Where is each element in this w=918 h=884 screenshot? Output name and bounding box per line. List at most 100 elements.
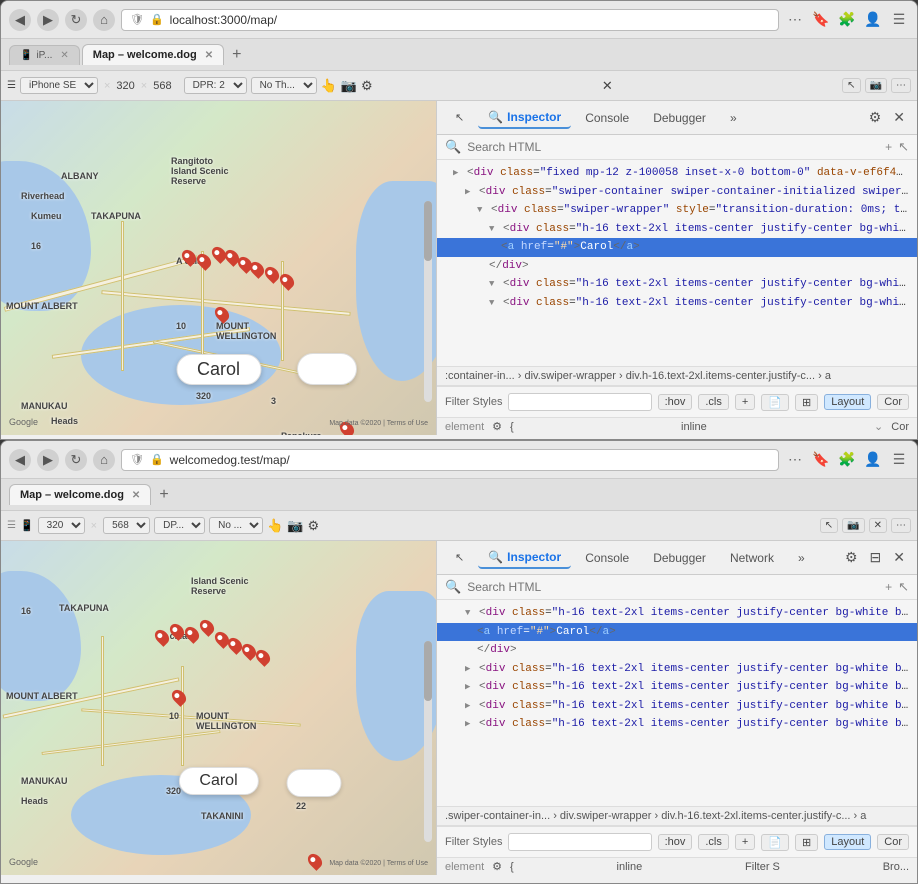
- device-select-2[interactable]: 320: [38, 517, 85, 534]
- devtools-close-1[interactable]: ✕: [889, 107, 909, 128]
- cls-btn-2[interactable]: .cls: [698, 834, 729, 850]
- map-pin-2-4[interactable]: [197, 617, 217, 637]
- more-btn-2[interactable]: ⋯: [891, 518, 911, 533]
- tab-iphone-1[interactable]: 📱 iP... ✕: [9, 45, 80, 65]
- file-btn-1[interactable]: 📄: [761, 394, 789, 411]
- devtools-options-1[interactable]: ⋯: [891, 78, 911, 93]
- layout-btn-2[interactable]: Layout: [824, 834, 871, 850]
- html-line-2-3[interactable]: </div>: [437, 641, 917, 660]
- html-search-input-2[interactable]: [467, 580, 879, 594]
- menu-icon-2[interactable]: ⋯: [785, 450, 805, 470]
- bookmark-icon-2[interactable]: 🔖: [811, 450, 831, 470]
- width-value-1[interactable]: 320: [116, 80, 134, 92]
- add-node-btn-2[interactable]: +: [885, 580, 892, 594]
- device-toggle-icon[interactable]: ☰: [7, 80, 16, 91]
- table-btn-2[interactable]: ⊞: [795, 834, 818, 851]
- address-bar-1[interactable]: 🛡 🔒 localhost:3000/map/: [121, 9, 779, 31]
- map-pin-2-10[interactable]: [305, 851, 325, 871]
- html-line-1-6[interactable]: </div>: [437, 257, 917, 276]
- menu-icon-1[interactable]: ⋯: [785, 10, 805, 30]
- tab-add-button-2[interactable]: +: [153, 486, 174, 504]
- devtools-more-1[interactable]: »: [720, 108, 747, 128]
- map-area-1[interactable]: ALBANY RangitotoIsland ScenicReserve Riv…: [1, 101, 436, 435]
- html-line-2-1[interactable]: ▼ <div class="h-16 text-2xl items-center…: [437, 604, 917, 623]
- html-line-1-3[interactable]: ▼ <div class="swiper-wrapper" style="tra…: [437, 201, 917, 220]
- extensions-icon-2[interactable]: 🧩: [837, 450, 857, 470]
- devtools-inspector-tab-2[interactable]: 🔍 Inspector: [478, 547, 571, 569]
- hov-btn-1[interactable]: :hov: [658, 394, 693, 410]
- height-value-1[interactable]: 568: [153, 80, 171, 92]
- close-toolbar-1[interactable]: ✕: [602, 78, 613, 94]
- tab-map-1[interactable]: Map – welcome.dog ✕: [82, 44, 224, 65]
- profile-icon-2[interactable]: 👤: [863, 450, 883, 470]
- element-settings-icon-1[interactable]: ⚙: [492, 420, 502, 433]
- html-line-1-7[interactable]: ▼ <div class="h-16 text-2xl items-center…: [437, 275, 917, 294]
- html-line-1-5[interactable]: <a href="#">Carol</a>: [437, 238, 917, 257]
- devtools-inspect-tab-2[interactable]: ↖: [445, 548, 474, 567]
- devtools-inspect-tab-1[interactable]: ↖: [445, 108, 474, 127]
- extensions-icon-1[interactable]: 🧩: [837, 10, 857, 30]
- table-btn-1[interactable]: ⊞: [795, 394, 818, 411]
- devtools-console-tab-1[interactable]: Console: [575, 108, 639, 128]
- filter-input-2[interactable]: [508, 833, 651, 851]
- html-line-1-4[interactable]: ▼ <div class="h-16 text-2xl items-center…: [437, 220, 917, 239]
- html-line-2-6[interactable]: ▶ <div class="h-16 text-2xl items-center…: [437, 697, 917, 716]
- close-btn-2[interactable]: ✕: [869, 518, 887, 533]
- touch-icon-2[interactable]: 👆: [267, 518, 283, 534]
- dpr-select-1[interactable]: DPR: 2: [184, 77, 247, 94]
- hamburger-icon-1[interactable]: ☰: [889, 10, 909, 30]
- screenshot-btn-1[interactable]: 📷: [865, 78, 887, 93]
- html-search-input-1[interactable]: [467, 140, 879, 154]
- html-line-2-2[interactable]: <a href="#">Carol</a>: [437, 623, 917, 642]
- screenshot-icon[interactable]: 📷: [341, 78, 357, 94]
- throttle-select-1[interactable]: No Th...: [251, 77, 317, 94]
- filter-input-1[interactable]: [508, 393, 651, 411]
- devtools-settings-2[interactable]: ⚙: [841, 547, 862, 568]
- height-select-2[interactable]: 568: [103, 517, 150, 534]
- home-button-2[interactable]: ⌂: [93, 449, 115, 471]
- add-node-btn-1[interactable]: +: [885, 140, 892, 154]
- html-line-2-7[interactable]: ▶ <div class="h-16 text-2xl items-center…: [437, 715, 917, 734]
- tab-close-map-2[interactable]: ✕: [132, 490, 140, 501]
- html-tree-2[interactable]: ▼ <div class="h-16 text-2xl items-center…: [437, 600, 917, 806]
- hov-btn-2[interactable]: :hov: [658, 834, 693, 850]
- reload-button-2[interactable]: ↻: [65, 449, 87, 471]
- devtools-debugger-tab-2[interactable]: Debugger: [643, 548, 716, 568]
- inspect-button-2[interactable]: ↖: [820, 518, 838, 533]
- html-tree-1[interactable]: ▶ <div class="fixed mp-12 z-100058 inset…: [437, 160, 917, 366]
- home-button-1[interactable]: ⌂: [93, 9, 115, 31]
- devtools-newwindow-2[interactable]: ⊟: [866, 547, 886, 568]
- profile-icon-1[interactable]: 👤: [863, 10, 883, 30]
- element-settings-icon-2[interactable]: ⚙: [492, 860, 502, 873]
- back-button-1[interactable]: ◀: [9, 9, 31, 31]
- address-bar-2[interactable]: 🛡 🔒 welcomedog.test/map/: [121, 449, 779, 471]
- plus-btn-2[interactable]: +: [735, 834, 755, 850]
- tab-map-2[interactable]: Map – welcome.dog ✕: [9, 484, 151, 505]
- html-line-1-1[interactable]: ▶ <div class="fixed mp-12 z-100058 inset…: [437, 164, 917, 183]
- devtools-more-2[interactable]: »: [788, 548, 815, 568]
- screenshot-icon-2[interactable]: 📷: [287, 518, 303, 534]
- plus-btn-1[interactable]: +: [735, 394, 755, 410]
- forward-button-1[interactable]: ▶: [37, 9, 59, 31]
- cls-btn-1[interactable]: .cls: [698, 394, 729, 410]
- devtools-inspector-tab-1[interactable]: 🔍 Inspector: [478, 107, 571, 129]
- device-select-1[interactable]: iPhone SE: [20, 77, 98, 94]
- file-btn-2[interactable]: 📄: [761, 834, 789, 851]
- dpr-select-2[interactable]: DP...: [154, 517, 205, 534]
- settings-icon-2[interactable]: ⚙: [307, 518, 319, 534]
- back-button-2[interactable]: ◀: [9, 449, 31, 471]
- layout-btn-1[interactable]: Layout: [824, 394, 871, 410]
- map-area-2[interactable]: Island ScenicReserve TAKAPUNA A cklan 16…: [1, 541, 436, 875]
- html-line-1-2[interactable]: ▶ <div class="swiper-container swiper-co…: [437, 183, 917, 202]
- reload-button-1[interactable]: ↻: [65, 9, 87, 31]
- devtools-settings-1[interactable]: ⚙: [865, 107, 886, 128]
- tab-close-map-1[interactable]: ✕: [205, 50, 213, 61]
- cor-btn-2[interactable]: Cor: [877, 834, 909, 850]
- throttle-select-2[interactable]: No ...: [209, 517, 263, 534]
- pick-element-btn-1[interactable]: ↖: [898, 139, 909, 155]
- pick-element-btn-2[interactable]: ↖: [898, 579, 909, 595]
- tab-close-iphone[interactable]: ✕: [60, 50, 68, 61]
- devtools-close-2[interactable]: ✕: [889, 547, 909, 568]
- devtools-debugger-tab-1[interactable]: Debugger: [643, 108, 716, 128]
- screenshot-btn-2[interactable]: 📷: [842, 518, 864, 533]
